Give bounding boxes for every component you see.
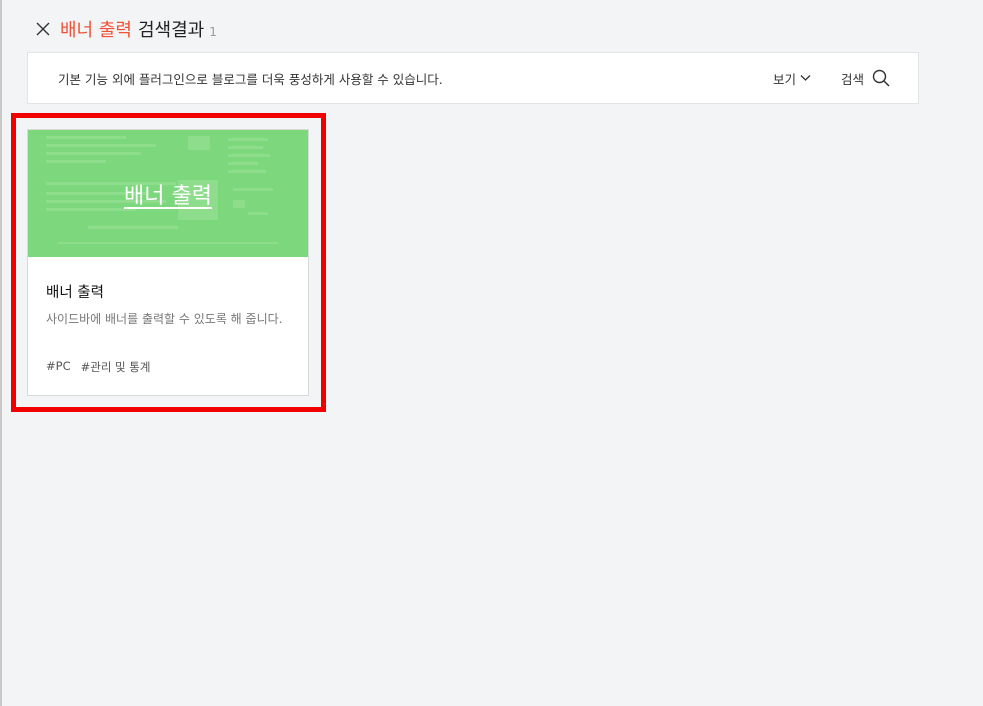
plugin-card[interactable]: 배너 출력 배너 출력 사이드바에 배너를 출력할 수 있도록 해 줍니다. #… — [27, 129, 309, 396]
plugin-thumbnail: 배너 출력 — [28, 130, 308, 257]
plugin-toolbar: 기본 기능 외에 플러그인으로 블로그를 더욱 풍성하게 사용할 수 있습니다.… — [27, 52, 919, 104]
search-query: 배너 출력 — [60, 20, 132, 41]
search-result-header: 배너 출력 검색결과 1 — [34, 14, 217, 44]
search-button[interactable]: 검색 — [841, 69, 890, 88]
result-count: 1 — [209, 24, 217, 39]
window-edge — [0, 0, 2, 706]
plugin-tags: #PC #관리 및 통계 — [46, 359, 150, 375]
toolbar-description: 기본 기능 외에 플러그인으로 블로그를 더욱 풍성하게 사용할 수 있습니다. — [58, 71, 443, 87]
tag-management[interactable]: #관리 및 통계 — [81, 359, 151, 375]
tag-pc[interactable]: #PC — [46, 359, 71, 375]
search-result-label: 검색결과 — [137, 20, 205, 41]
search-icon — [872, 69, 890, 87]
search-label: 검색 — [840, 71, 864, 87]
view-dropdown-button[interactable]: 보기 — [773, 69, 811, 88]
plugin-description: 사이드바에 배너를 출력할 수 있도록 해 줍니다. — [46, 312, 283, 326]
thumbnail-title: 배너 출력 — [124, 184, 212, 209]
close-icon — [36, 22, 50, 36]
close-button[interactable] — [34, 20, 52, 38]
chevron-down-icon — [800, 75, 811, 81]
plugin-title: 배너 출력 — [46, 285, 104, 301]
view-label: 보기 — [772, 71, 796, 87]
